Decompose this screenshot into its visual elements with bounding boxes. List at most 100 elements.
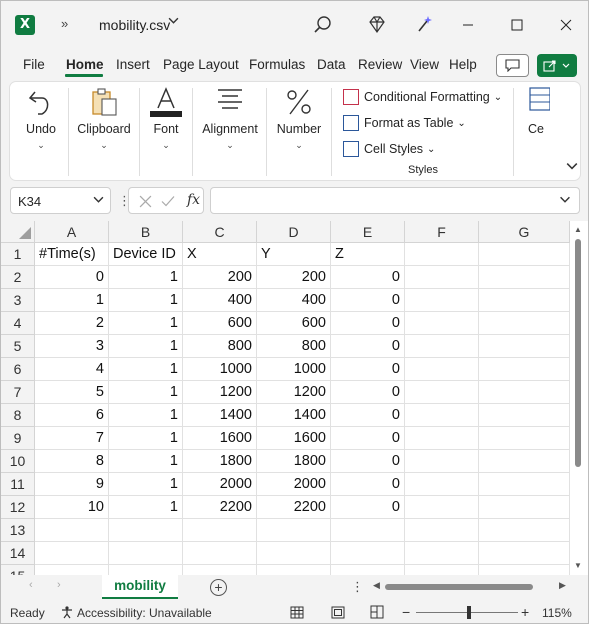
tab-view[interactable]: View [410,57,439,72]
chevron-down-icon[interactable]: ⌄ [143,140,189,151]
cell-c3[interactable]: 400 [183,289,257,312]
tab-page-layout[interactable]: Page Layout [163,57,239,72]
column-header-b[interactable]: B [109,221,183,243]
column-header-g[interactable]: G [479,221,570,243]
cell-b12[interactable]: 1 [109,496,183,519]
cell-b5[interactable]: 1 [109,335,183,358]
insert-function-button[interactable]: fx [187,192,200,208]
cell-d8[interactable]: 1400 [257,404,331,427]
scroll-right-icon[interactable]: ▶ [559,580,566,591]
cell-f4[interactable] [405,312,479,335]
cell-e11[interactable]: 0 [331,473,405,496]
cell-a3[interactable]: 1 [35,289,109,312]
cell-g1[interactable] [479,243,570,266]
chevron-down-icon[interactable] [93,194,104,208]
cell-e2[interactable]: 0 [331,266,405,289]
tab-home[interactable]: Home [66,57,104,72]
cell-c9[interactable]: 1600 [183,427,257,450]
cell-e7[interactable]: 0 [331,381,405,404]
cell-d12[interactable]: 2200 [257,496,331,519]
cell-e3[interactable]: 0 [331,289,405,312]
cell-f14[interactable] [405,542,479,565]
horizontal-scroll-thumb[interactable] [385,584,533,590]
row-header-1[interactable]: 1 [1,243,35,266]
format-as-table-button[interactable]: Format as Table ⌄ [343,113,466,133]
cell-d14[interactable] [257,542,331,565]
sheet-tab-mobility[interactable]: mobility [102,575,178,599]
more-sheets-icon[interactable]: ⋮ [351,579,364,595]
formula-input[interactable] [210,187,580,214]
zoom-level[interactable]: 115% [542,606,572,620]
diamond-icon[interactable] [365,13,389,37]
cell-b8[interactable]: 1 [109,404,183,427]
column-header-c[interactable]: C [183,221,257,243]
cell-f15[interactable] [405,565,479,575]
cell-e10[interactable]: 0 [331,450,405,473]
accessibility-icon[interactable] [60,605,74,619]
cell-d7[interactable]: 1200 [257,381,331,404]
cell-d2[interactable]: 200 [257,266,331,289]
cell-c7[interactable]: 1200 [183,381,257,404]
tab-data[interactable]: Data [317,57,346,72]
cell-f12[interactable] [405,496,479,519]
font-group[interactable]: Font ⌄ [143,82,189,182]
row-header-13[interactable]: 13 [1,519,35,542]
cell-a6[interactable]: 4 [35,358,109,381]
cell-f2[interactable] [405,266,479,289]
cell-f10[interactable] [405,450,479,473]
row-header-4[interactable]: 4 [1,312,35,335]
cell-a7[interactable]: 5 [35,381,109,404]
tab-file[interactable]: File [23,57,45,72]
cell-g14[interactable] [479,542,570,565]
undo-group[interactable]: Undo ⌄ [16,82,66,182]
cell-e15[interactable] [331,565,405,575]
tab-insert[interactable]: Insert [116,57,150,72]
cell-e5[interactable]: 0 [331,335,405,358]
cell-c12[interactable]: 2200 [183,496,257,519]
cell-g9[interactable] [479,427,570,450]
cell-f1[interactable] [405,243,479,266]
cell-e12[interactable]: 0 [331,496,405,519]
cell-g2[interactable] [479,266,570,289]
cell-d1[interactable]: Y [257,243,331,266]
cell-g7[interactable] [479,381,570,404]
cell-c6[interactable]: 1000 [183,358,257,381]
cell-f6[interactable] [405,358,479,381]
cell-e9[interactable]: 0 [331,427,405,450]
row-header-11[interactable]: 11 [1,473,35,496]
cell-g15[interactable] [479,565,570,575]
clipboard-group[interactable]: Clipboard ⌄ [72,82,136,182]
cell-c2[interactable]: 200 [183,266,257,289]
cell-e8[interactable]: 0 [331,404,405,427]
row-header-6[interactable]: 6 [1,358,35,381]
conditional-formatting-button[interactable]: Conditional Formatting ⌄ [343,87,502,107]
cell-c14[interactable] [183,542,257,565]
cell-e14[interactable] [331,542,405,565]
cell-d10[interactable]: 1800 [257,450,331,473]
cell-a15[interactable] [35,565,109,575]
vertical-scroll-thumb[interactable] [575,239,581,467]
row-header-10[interactable]: 10 [1,450,35,473]
row-header-2[interactable]: 2 [1,266,35,289]
cell-a9[interactable]: 7 [35,427,109,450]
select-all-button[interactable] [1,221,35,243]
row-header-15[interactable]: 15 [1,565,35,575]
cell-a5[interactable]: 3 [35,335,109,358]
normal-view-icon[interactable] [290,606,304,619]
scroll-up-icon[interactable]: ▲ [574,225,582,234]
cell-e6[interactable]: 0 [331,358,405,381]
row-header-12[interactable]: 12 [1,496,35,519]
cell-a11[interactable]: 9 [35,473,109,496]
cell-g11[interactable] [479,473,570,496]
cell-b9[interactable]: 1 [109,427,183,450]
cell-c15[interactable] [183,565,257,575]
chevron-down-icon[interactable]: ⌄ [72,140,136,151]
cell-g5[interactable] [479,335,570,358]
chevron-down-icon[interactable]: ⌄ [196,140,264,151]
cell-d6[interactable]: 1000 [257,358,331,381]
row-header-14[interactable]: 14 [1,542,35,565]
cell-a14[interactable] [35,542,109,565]
cell-b10[interactable]: 1 [109,450,183,473]
close-button[interactable] [551,11,581,39]
quick-access-more-icon[interactable]: » [61,16,68,31]
